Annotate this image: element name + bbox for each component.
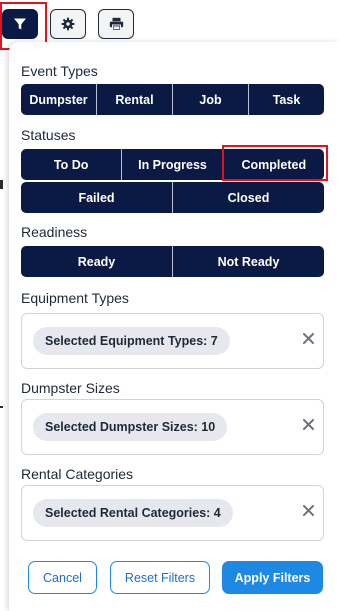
rental-categories-clear-button[interactable] [301,503,315,517]
cancel-button[interactable]: Cancel [28,561,97,594]
rental-categories-chip: Selected Rental Categories: 4 [33,499,233,527]
close-icon [302,418,314,430]
equipment-types-select[interactable]: Selected Equipment Types: 7 [21,313,324,369]
close-icon [302,332,314,344]
dumpster-sizes-chip: Selected Dumpster Sizes: 10 [33,413,228,441]
status-in-progress[interactable]: In Progress [122,149,224,180]
apply-filters-button[interactable]: Apply Filters [222,561,323,594]
close-icon [302,504,314,516]
equipment-types-title: Equipment Types [21,290,129,306]
event-type-rental[interactable]: Rental [97,84,173,115]
toolbar [0,0,339,42]
event-types-title: Event Types [21,63,98,79]
equipment-types-clear-button[interactable] [301,331,315,345]
printer-icon [109,17,123,31]
filter-icon [14,18,26,30]
equipment-types-chip: Selected Equipment Types: 7 [33,327,230,355]
background-mark [0,406,3,408]
background-mark [0,180,3,189]
settings-button[interactable] [50,9,86,39]
rental-categories-select[interactable]: Selected Rental Categories: 4 [21,485,324,541]
event-type-job[interactable]: Job [173,84,249,115]
status-completed[interactable]: Completed [224,149,324,180]
statuses-segmented-row1: To Do In Progress Completed [21,149,324,180]
statuses-title: Statuses [21,127,76,143]
dumpster-sizes-title: Dumpster Sizes [21,380,120,396]
reset-filters-button[interactable]: Reset Filters [110,561,210,594]
event-types-segmented: Dumpster Rental Job Task [21,84,324,115]
readiness-title: Readiness [21,224,88,240]
background-page [0,42,9,611]
dumpster-sizes-select[interactable]: Selected Dumpster Sizes: 10 [21,399,324,455]
status-failed[interactable]: Failed [21,182,173,213]
filter-panel: Event Types Dumpster Rental Job Task Sta… [9,42,339,611]
print-button[interactable] [98,9,134,39]
status-to-do[interactable]: To Do [21,149,123,180]
statuses-segmented-row2: Failed Closed [21,182,324,213]
event-type-dumpster[interactable]: Dumpster [21,84,97,115]
dumpster-sizes-clear-button[interactable] [301,417,315,431]
rental-categories-title: Rental Categories [21,466,134,482]
readiness-segmented: Ready Not Ready [21,246,324,277]
gear-icon [61,17,75,31]
readiness-ready[interactable]: Ready [21,246,173,277]
filter-button[interactable] [2,9,38,39]
readiness-not-ready[interactable]: Not Ready [173,246,324,277]
event-type-task[interactable]: Task [249,84,324,115]
status-closed[interactable]: Closed [173,182,324,213]
